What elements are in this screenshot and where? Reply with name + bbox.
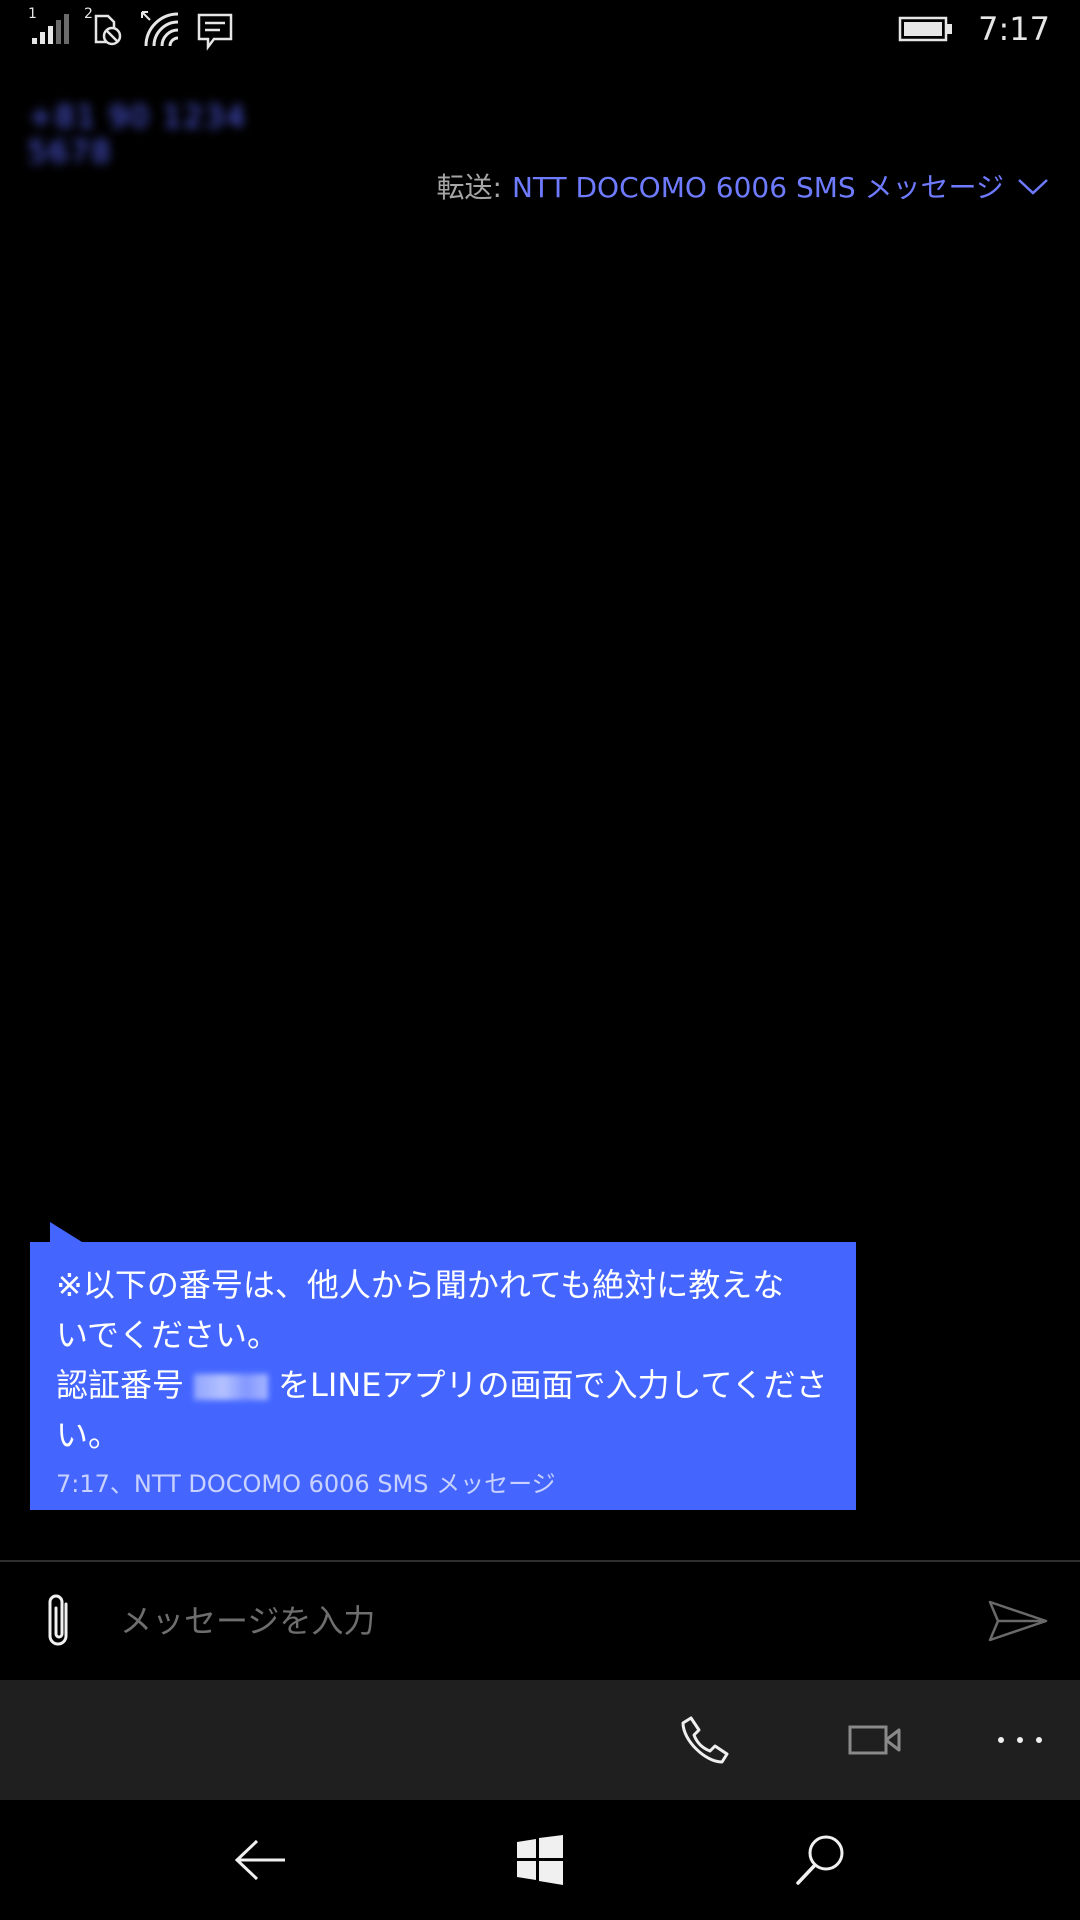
start-button[interactable] bbox=[510, 1830, 570, 1890]
call-button[interactable] bbox=[675, 1710, 735, 1770]
send-via-label: 転送: bbox=[436, 171, 502, 204]
message-text-line: いでください。 bbox=[56, 1316, 280, 1354]
message-code-prefix: 認証番号 bbox=[56, 1366, 185, 1404]
contact-name: +81 90 1234 5678 bbox=[28, 100, 247, 170]
windows-start-icon bbox=[517, 1835, 563, 1885]
message-code-suffix: をLINEアプリの画面で入力してくださ bbox=[278, 1366, 828, 1404]
attach-button[interactable] bbox=[40, 1590, 80, 1650]
search-icon bbox=[796, 1835, 844, 1885]
more-icon bbox=[998, 1737, 1042, 1743]
sim2-no-service-icon: 2 bbox=[84, 6, 128, 52]
signal-bars-icon: 1 bbox=[28, 6, 72, 50]
message-text-line: ※以下の番号は、他人から聞かれても絶対に教えな bbox=[56, 1266, 785, 1304]
message-composer bbox=[0, 1562, 1080, 1680]
status-bar: 1 2 7:17 bbox=[0, 0, 1080, 60]
app-bar bbox=[0, 1680, 1080, 1800]
message-input[interactable] bbox=[118, 1590, 942, 1652]
send-button[interactable] bbox=[986, 1596, 1050, 1646]
bubble-tail bbox=[50, 1222, 82, 1242]
video-call-icon bbox=[848, 1725, 901, 1755]
video-call-button[interactable] bbox=[845, 1710, 905, 1770]
send-icon bbox=[988, 1600, 1048, 1642]
notification-message-icon bbox=[196, 12, 236, 56]
battery-icon bbox=[898, 16, 954, 48]
search-button[interactable] bbox=[790, 1830, 850, 1890]
paperclip-icon bbox=[48, 1594, 68, 1646]
message-text-line: 認証番号 をLINEアプリの画面で入力してくださ bbox=[56, 1360, 832, 1410]
navigation-bar bbox=[0, 1800, 1080, 1920]
message-text-line: い。 bbox=[56, 1416, 121, 1454]
back-icon bbox=[234, 1839, 285, 1881]
sim2-label: 2 bbox=[84, 6, 93, 22]
redacted-code bbox=[194, 1374, 269, 1400]
more-button[interactable] bbox=[990, 1710, 1050, 1770]
send-via-selector[interactable]: 転送: NTT DOCOMO 6006 SMS メッセージ bbox=[437, 166, 1051, 206]
message-timestamp: 7:17、NTT DOCOMO 6006 SMS メッセージ bbox=[56, 1470, 556, 1498]
wifi-icon bbox=[138, 6, 184, 52]
chevron-down-icon[interactable] bbox=[1016, 170, 1050, 203]
sim1-label: 1 bbox=[28, 6, 37, 22]
message-bubble-body: ※以下の番号は、他人から聞かれても絶対に教えな いでください。 認証番号 をLIN… bbox=[30, 1242, 856, 1510]
status-time: 7:17 bbox=[978, 10, 1050, 48]
send-via-value[interactable]: NTT DOCOMO 6006 SMS メッセージ bbox=[512, 166, 1004, 206]
phone-icon bbox=[681, 1716, 729, 1764]
back-button[interactable] bbox=[230, 1830, 290, 1890]
